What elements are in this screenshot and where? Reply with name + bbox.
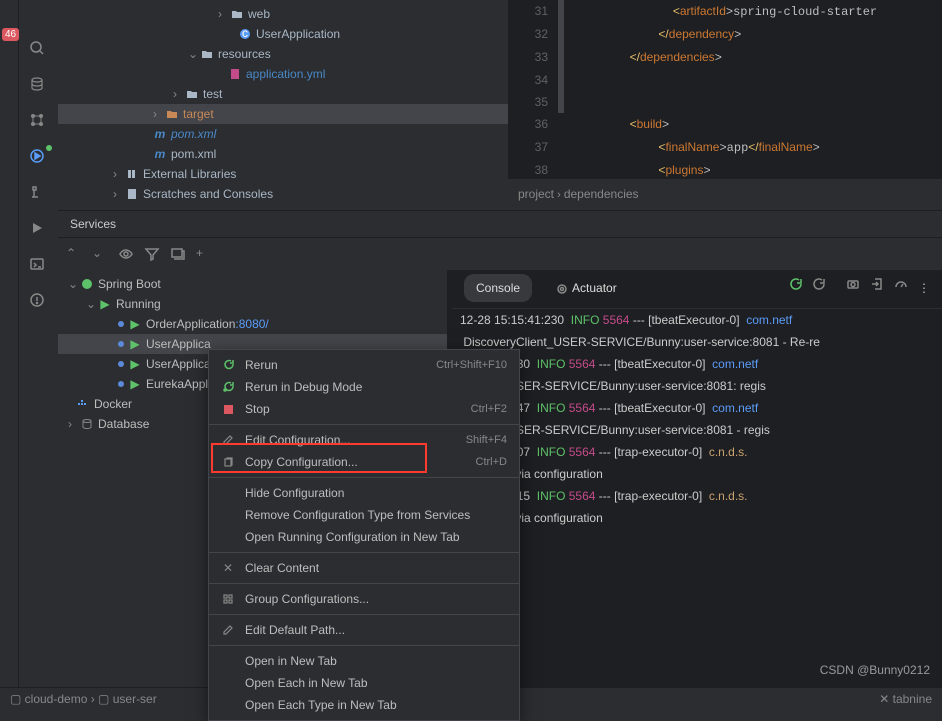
camera-icon[interactable] — [846, 277, 860, 299]
left-gutter: 46 — [0, 0, 18, 709]
tab-actuator[interactable]: Actuator — [544, 274, 629, 302]
tab-console[interactable]: Console — [464, 274, 532, 302]
tree-folder-resources[interactable]: ⌄resources — [58, 44, 508, 64]
menu-clear-content[interactable]: ✕Clear Content — [209, 557, 519, 579]
svc-running[interactable]: ⌄▶Running — [58, 294, 447, 314]
run-icon[interactable] — [29, 220, 49, 240]
menu-edit-default-path-[interactable]: Edit Default Path... — [209, 619, 519, 641]
editor-breadcrumb[interactable]: project › dependencies — [508, 178, 942, 210]
services-toolbar: ⌃ ⌄ + — [58, 238, 942, 270]
menu-copy-configuration-[interactable]: Copy Configuration...Ctrl+D — [209, 451, 519, 473]
structure-icon[interactable] — [29, 112, 49, 132]
watermark: CSDN @Bunny0212 — [820, 663, 930, 677]
menu-open-running-configuration-in-new-tab[interactable]: Open Running Configuration in New Tab — [209, 526, 519, 548]
search-icon[interactable] — [29, 40, 49, 60]
services-title: Services — [58, 211, 942, 238]
problems-icon[interactable] — [29, 292, 49, 312]
tree-folder-target[interactable]: ›target — [58, 104, 508, 124]
tree-class-userapp[interactable]: cUserApplication — [58, 24, 508, 44]
tree-file-pom1[interactable]: mpom.xml — [58, 124, 508, 144]
tree-folder-test[interactable]: ›test — [58, 84, 508, 104]
menu-open-each-in-new-tab[interactable]: Open Each in New Tab — [209, 672, 519, 694]
tree-file-application-yml[interactable]: application.yml — [58, 64, 508, 84]
more-icon[interactable]: ⋮ — [918, 277, 930, 299]
console-panel: Console Actuator ⋮ 12-28 15:15:41:230 — [448, 270, 942, 709]
menu-rerun-in-debug-mode[interactable]: Rerun in Debug Mode — [209, 376, 519, 398]
status-breadcrumb[interactable]: ▢ cloud-demo › ▢ user-ser — [10, 692, 157, 706]
menu-hide-configuration[interactable]: Hide Configuration — [209, 482, 519, 504]
menu-group-configurations-[interactable]: Group Configurations... — [209, 588, 519, 610]
activity-bar — [18, 0, 58, 709]
project-tree[interactable]: ›web cUserApplication ⌄resources applica… — [58, 0, 508, 210]
menu-open-each-type-in-new-tab[interactable]: Open Each Type in New Tab — [209, 694, 519, 716]
svc-order-app[interactable]: ▶OrderApplication :8080/ — [58, 314, 447, 334]
tree-scratches[interactable]: ›Scratches and Consoles — [58, 184, 508, 204]
build-icon[interactable] — [29, 184, 49, 204]
menu-edit-configuration-[interactable]: Edit Configuration...Shift+F4 — [209, 429, 519, 451]
code-editor[interactable]: 31 <artifactId>spring-cloud-starter32 </… — [508, 0, 942, 210]
context-menu: RerunCtrl+Shift+F10Rerun in Debug ModeSt… — [208, 349, 520, 721]
tabnine-badge[interactable]: ✕ tabnine — [879, 692, 932, 706]
menu-remove-configuration-type-from-services[interactable]: Remove Configuration Type from Services — [209, 504, 519, 526]
rerun-console-icon[interactable] — [788, 277, 802, 299]
menu-stop[interactable]: StopCtrl+F2 — [209, 398, 519, 420]
eye-icon[interactable] — [118, 246, 134, 262]
collapse-all-icon[interactable]: ⌄ — [92, 246, 108, 262]
notification-badge[interactable]: 46 — [2, 28, 19, 41]
tree-folder-web[interactable]: ›web — [58, 4, 508, 24]
tree-file-pom2[interactable]: mpom.xml — [58, 144, 508, 164]
svc-spring-boot[interactable]: ⌄Spring Boot — [58, 274, 447, 294]
exit-icon[interactable] — [870, 277, 884, 299]
menu-open-in-new-tab[interactable]: Open in New Tab — [209, 650, 519, 672]
filter-icon[interactable] — [144, 246, 160, 262]
database-icon[interactable] — [29, 76, 49, 96]
terminal-icon[interactable] — [29, 256, 49, 276]
add-icon[interactable]: + — [196, 246, 212, 262]
expand-all-icon[interactable]: ⌃ — [66, 246, 82, 262]
new-tab-icon[interactable] — [170, 246, 186, 262]
svg-text:c: c — [242, 28, 248, 40]
menu-rerun[interactable]: RerunCtrl+Shift+F10 — [209, 354, 519, 376]
refresh-icon[interactable] — [812, 277, 826, 299]
tree-external-libs[interactable]: ›External Libraries — [58, 164, 508, 184]
play-icon[interactable] — [29, 148, 49, 168]
dashboard-icon[interactable] — [894, 277, 908, 299]
